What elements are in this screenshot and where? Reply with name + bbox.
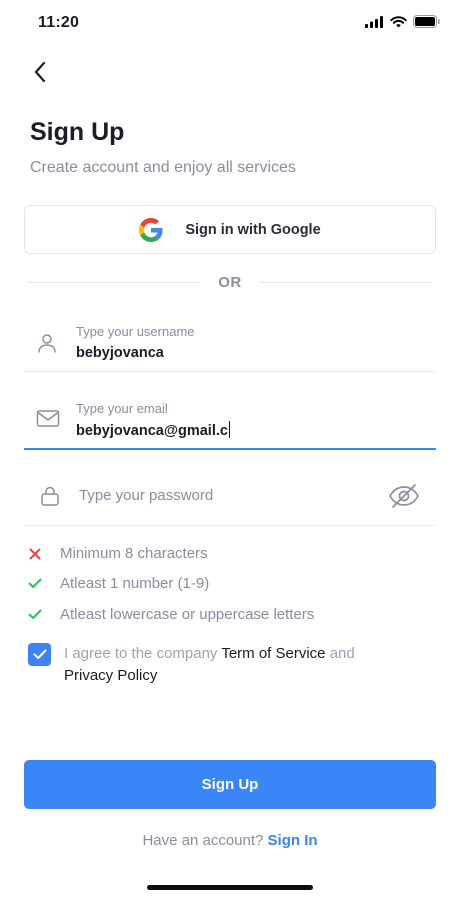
check-icon bbox=[28, 577, 42, 591]
or-divider: OR bbox=[28, 272, 432, 292]
username-value: bebyjovanca bbox=[76, 345, 164, 361]
page-subtitle: Create account and enjoy all services bbox=[30, 159, 296, 176]
x-icon bbox=[28, 547, 42, 561]
rule-text: Atleast 1 number (1-9) bbox=[60, 575, 210, 592]
username-label: Type your username bbox=[76, 324, 195, 339]
user-icon bbox=[38, 334, 56, 353]
rule-letters: Atleast lowercase or uppercase letters bbox=[28, 606, 314, 623]
google-logo-icon bbox=[139, 217, 163, 242]
checkmark-icon bbox=[32, 649, 47, 660]
battery-icon bbox=[413, 15, 440, 28]
signup-button-label: Sign Up bbox=[201, 776, 259, 793]
wifi-icon bbox=[390, 15, 407, 27]
rule-text: Minimum 8 characters bbox=[60, 545, 208, 562]
username-field[interactable]: Type your username bebyjovanca bbox=[24, 312, 436, 372]
email-value: bebyjovanca@gmail.c bbox=[76, 423, 228, 439]
lock-icon bbox=[41, 486, 59, 506]
username-underline bbox=[24, 371, 436, 372]
rule-min-length: Minimum 8 characters bbox=[28, 545, 208, 562]
text-cursor bbox=[228, 421, 230, 438]
agree-checkbox[interactable] bbox=[28, 643, 51, 666]
back-button[interactable] bbox=[26, 58, 54, 86]
chevron-left-icon bbox=[34, 61, 46, 83]
terms-of-service-link[interactable]: Term of Service bbox=[221, 645, 325, 662]
home-indicator bbox=[147, 885, 313, 890]
mail-icon bbox=[36, 410, 60, 427]
signin-link[interactable]: Sign In bbox=[268, 832, 318, 849]
agreement-text: I agree to the company Term of Service a… bbox=[64, 643, 414, 687]
agreement-middle: and bbox=[325, 645, 355, 662]
have-account-text: Have an account? Sign In bbox=[0, 832, 460, 849]
email-label: Type your email bbox=[76, 401, 168, 416]
status-time: 11:20 bbox=[38, 14, 80, 31]
privacy-policy-link[interactable]: Privacy Policy bbox=[64, 667, 157, 684]
status-bar: 11:20 bbox=[0, 0, 460, 46]
password-field[interactable]: Type your password bbox=[24, 470, 436, 526]
status-icons bbox=[365, 15, 440, 28]
email-field[interactable]: Type your email bebyjovanca@gmail.c bbox=[24, 390, 436, 450]
google-signin-button[interactable]: Sign in with Google bbox=[24, 205, 436, 254]
google-signin-label: Sign in with Google bbox=[185, 221, 321, 238]
email-underline-focused bbox=[24, 448, 436, 450]
rule-text: Atleast lowercase or uppercase letters bbox=[60, 606, 315, 623]
or-text: OR bbox=[218, 273, 242, 291]
signup-button[interactable]: Sign Up bbox=[24, 760, 436, 809]
email-value-wrapper: bebyjovanca@gmail.c bbox=[76, 421, 230, 439]
password-placeholder: Type your password bbox=[79, 487, 214, 504]
eye-off-icon[interactable] bbox=[388, 483, 420, 509]
have-account-prompt: Have an account? bbox=[142, 832, 268, 849]
rule-number: Atleast 1 number (1-9) bbox=[28, 575, 209, 592]
divider-line-right bbox=[259, 281, 432, 283]
page-title: Sign Up bbox=[30, 118, 125, 146]
check-icon bbox=[28, 608, 42, 622]
agreement-prefix: I agree to the company bbox=[64, 645, 222, 662]
password-underline bbox=[24, 525, 436, 526]
divider-line-left bbox=[28, 281, 201, 283]
signal-icon bbox=[365, 15, 383, 28]
